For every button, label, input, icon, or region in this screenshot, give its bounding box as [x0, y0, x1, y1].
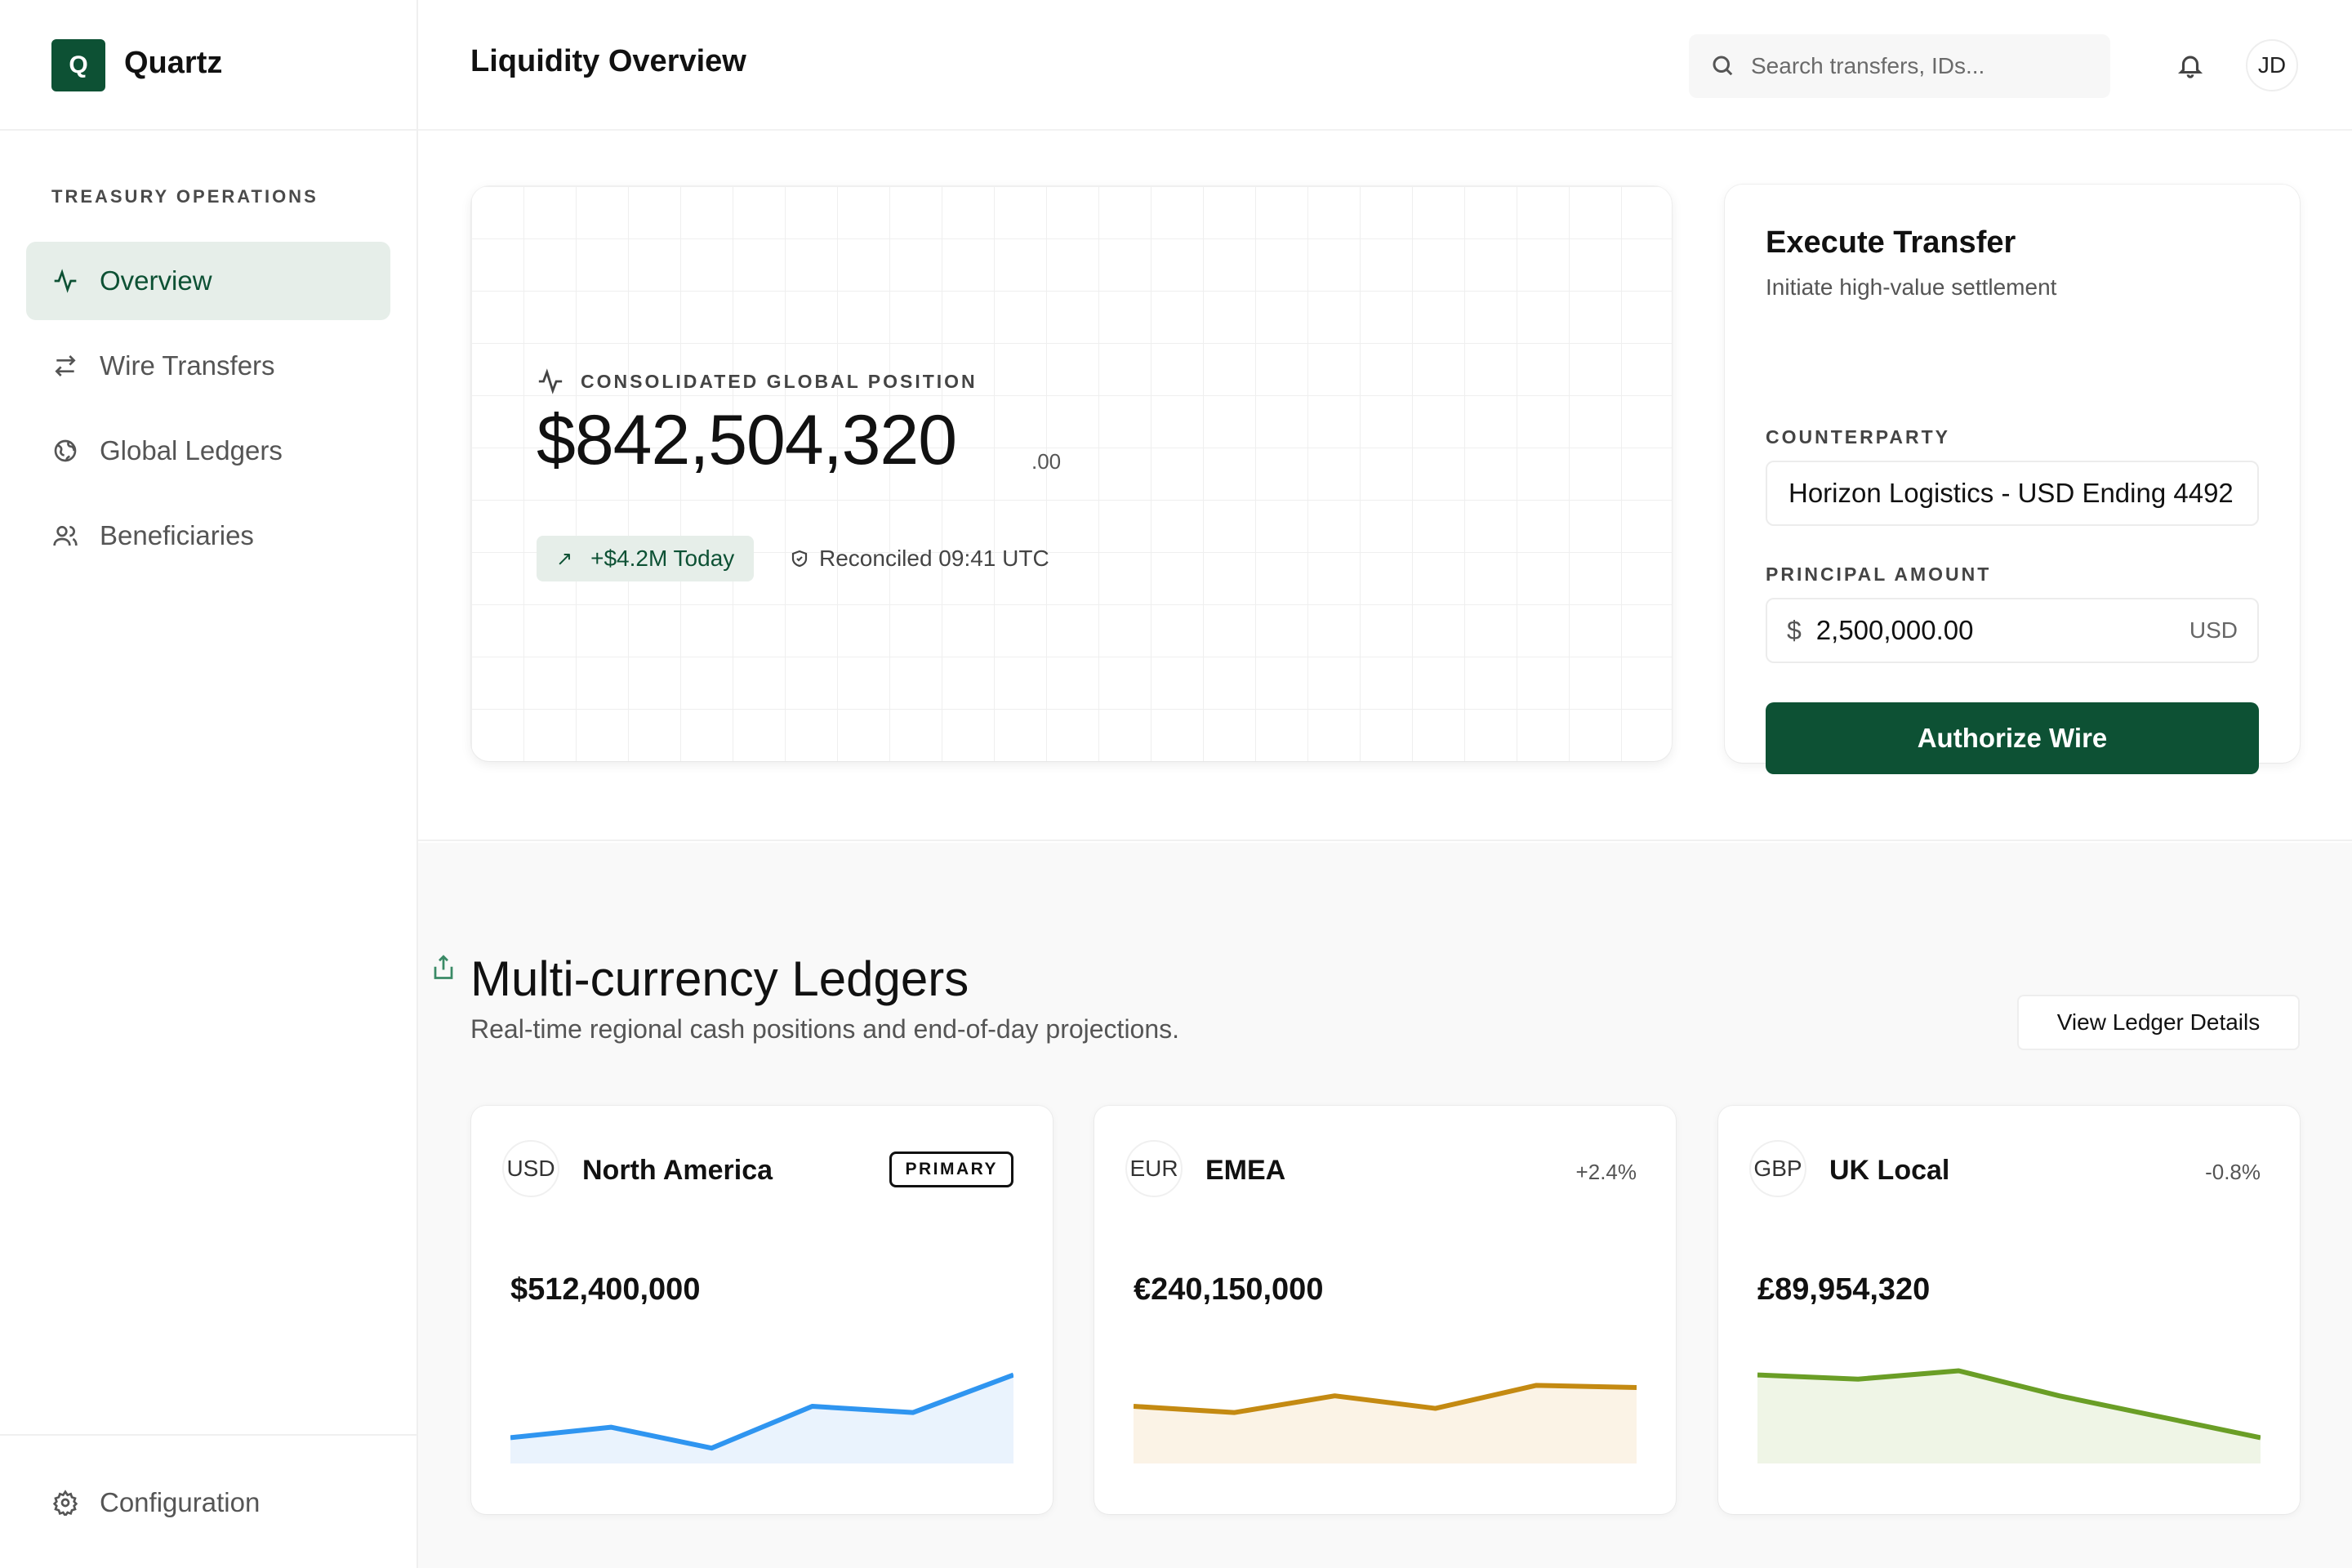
transfer-title: Execute Transfer [1766, 225, 2016, 260]
primary-badge: PRIMARY [889, 1152, 1013, 1187]
currency-code: EUR [1125, 1140, 1183, 1197]
principal-amount-field[interactable]: $ 2,500,000.00 USD [1766, 598, 2259, 663]
currency-prefix: $ [1787, 615, 1802, 645]
sidebar: Q Quartz TREASURY OPERATIONS Overview Wi… [0, 0, 418, 1568]
ledger-amount: $512,400,000 [510, 1272, 701, 1307]
sidebar-item-label: Beneficiaries [100, 520, 254, 550]
export-icon[interactable] [431, 954, 457, 983]
ledgers-section: Multi-currency Ledgers Real-time regiona… [418, 843, 2352, 1568]
ledgers-title: Multi-currency Ledgers [470, 951, 969, 1006]
counterparty-label: COUNTERPARTY [1766, 426, 1950, 448]
view-ledger-details-button[interactable]: View Ledger Details [2017, 995, 2300, 1050]
ledger-amount: €240,150,000 [1134, 1272, 1324, 1307]
sparkline-area [510, 1374, 1013, 1463]
ledgers-subtitle: Real-time regional cash positions and en… [470, 1014, 1180, 1044]
arrow-up-right-icon: ↗ [556, 547, 573, 570]
overview-section: CONSOLIDATED GLOBAL POSITION $842,504,32… [418, 131, 2352, 841]
currency-code: GBP [1749, 1140, 1806, 1197]
change-percent: +2.4% [1575, 1160, 1637, 1184]
global-position-card: CONSOLIDATED GLOBAL POSITION $842,504,32… [471, 186, 1672, 761]
shield-check-icon [791, 550, 808, 568]
amount-value: 2,500,000.00 [1815, 615, 1974, 645]
position-amount: $842,504,320 [537, 401, 957, 479]
counterparty-value: Horizon Logistics - USD Ending 4492 [1788, 478, 2234, 508]
globe-icon [51, 436, 80, 466]
gear-icon [51, 1488, 80, 1517]
search-input[interactable] [1751, 53, 2078, 79]
ledger-card-eur[interactable]: EUR EMEA +2.4% €240,150,000 [1094, 1106, 1676, 1514]
top-header: Liquidity Overview JD [418, 0, 2352, 131]
sparkline [1134, 1383, 1637, 1463]
sidebar-item-label: Global Ledgers [100, 435, 283, 466]
sparkline [510, 1372, 1013, 1463]
sidebar-item-global-ledgers[interactable]: Global Ledgers [26, 412, 390, 490]
position-label: CONSOLIDATED GLOBAL POSITION [537, 368, 978, 395]
ledger-card-usd[interactable]: USD North America PRIMARY $512,400,000 [471, 1106, 1053, 1514]
currency-unit: USD [2189, 617, 2238, 643]
reconciled-status: Reconciled 09:41 UTC [790, 546, 1049, 572]
transfer-arrows-icon [51, 351, 80, 381]
sidebar-item-label: Wire Transfers [100, 350, 275, 381]
sidebar-item-overview[interactable]: Overview [26, 242, 390, 320]
sparkline [1757, 1368, 2261, 1463]
sidebar-item-wire-transfers[interactable]: Wire Transfers [26, 327, 390, 405]
brand-name: Quartz [124, 46, 223, 80]
search-box[interactable] [1689, 34, 2110, 98]
sidebar-item-configuration[interactable]: Configuration [26, 1463, 390, 1542]
sidebar-item-beneficiaries[interactable]: Beneficiaries [26, 497, 390, 575]
bell-icon [2177, 56, 2203, 78]
position-cents: .00 [1031, 449, 1062, 474]
brand-logo: Q [51, 39, 105, 91]
sidebar-item-label: Overview [100, 265, 212, 296]
nav-section-title: TREASURY OPERATIONS [51, 186, 318, 207]
counterparty-field[interactable]: Horizon Logistics - USD Ending 4492 [1766, 461, 2259, 526]
search-icon [1710, 53, 1736, 79]
sidebar-footer: Configuration [0, 1434, 416, 1568]
sidebar-item-label: Configuration [100, 1487, 261, 1517]
transfer-subtitle: Initiate high-value settlement [1766, 274, 2057, 300]
ledger-amount: £89,954,320 [1757, 1272, 1931, 1307]
execute-transfer-card: Execute Transfer Initiate high-value set… [1725, 185, 2300, 774]
region-name: UK Local [1829, 1155, 1950, 1186]
change-percent: -0.8% [2205, 1160, 2261, 1184]
region-name: North America [582, 1155, 773, 1186]
activity-icon [51, 266, 80, 296]
notifications-button[interactable] [2172, 47, 2208, 83]
activity-icon [538, 368, 563, 394]
page-title: Liquidity Overview [470, 44, 746, 78]
region-name: EMEA [1205, 1155, 1286, 1186]
currency-code: USD [502, 1140, 559, 1197]
principal-amount-label: PRINCIPAL AMOUNT [1766, 564, 1992, 585]
avatar[interactable]: JD [2246, 39, 2298, 91]
brand[interactable]: Q Quartz [0, 0, 416, 131]
users-icon [51, 521, 80, 550]
sparkline-area [1134, 1385, 1637, 1463]
authorize-wire-button[interactable]: Authorize Wire [1766, 702, 2259, 774]
ledger-card-gbp[interactable]: GBP UK Local -0.8% £89,954,320 [1718, 1106, 2300, 1514]
change-badge: ↗ +$4.2M Today [537, 536, 755, 581]
